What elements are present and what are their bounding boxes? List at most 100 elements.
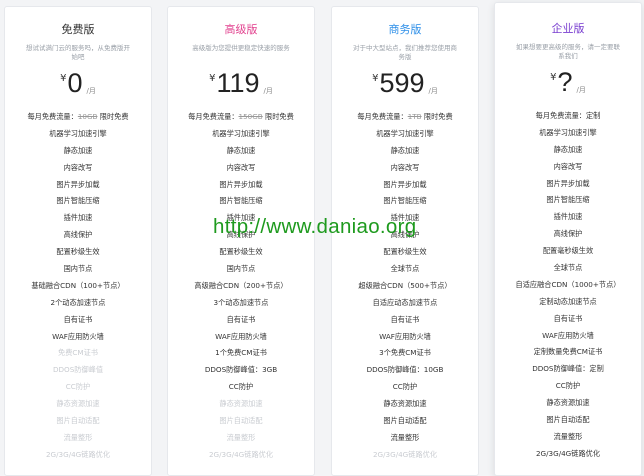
feature-item: 图片智能压缩 — [56, 196, 100, 206]
price-amount: 119 — [216, 68, 260, 98]
feature-item: 静态加速 — [390, 145, 420, 155]
feature-item: WAF应用防火墙 — [52, 331, 104, 341]
feature-item: 自适应动态加速节点 — [372, 297, 438, 307]
price-unit: /月 — [428, 87, 438, 95]
price-unit: /月 — [263, 87, 273, 95]
feature-item: 自适应融合CDN（1000+节点） — [515, 279, 621, 289]
feature-item: 静态加速 — [553, 144, 583, 154]
feature-item: WAF应用防火墙 — [542, 330, 594, 340]
feature-label: 每月免费流量： — [188, 112, 239, 121]
feature-item: 超级融合CDN（500+节点） — [358, 280, 452, 290]
plan-price: ¥599/月 — [332, 67, 478, 109]
feature-item: CC防护 — [228, 382, 254, 392]
feature-list: 每月免费流量：150GB 限时免费 机器学习加速引擎 静态加速 内容改写 图片异步加载图… — [168, 109, 314, 464]
feature-item: CC防护 — [555, 381, 581, 391]
price-amount: 0 — [67, 68, 83, 98]
feature-item: 图片自动适配 — [56, 416, 100, 426]
feature-item: 插件加速 — [390, 213, 420, 223]
feature-item: 自有证书 — [390, 314, 420, 324]
price-unit: /月 — [86, 87, 96, 95]
feature-item: 2G/3G/4G链路优化 — [372, 449, 438, 459]
feature-item: 高线保护 — [390, 230, 420, 240]
plan-price: ¥119/月 — [168, 67, 314, 109]
price-amount: 599 — [379, 68, 425, 98]
struck-quota: 1TB — [407, 112, 422, 121]
plan-name: 商务版 — [388, 23, 422, 36]
feature-item: 配置毫秒级生效 — [542, 246, 594, 256]
feature-item: 图片异步加载 — [219, 179, 263, 189]
currency-symbol: ¥ — [209, 73, 216, 84]
feature-item: DDOS防御峰值：10GB — [366, 365, 444, 375]
feature-item: DDOS防御峰值 — [52, 365, 104, 375]
feature-item: 配置秒级生效 — [219, 247, 263, 257]
feature-item: 内容改写 — [553, 161, 583, 171]
feature-item: 静态资源加速 — [56, 399, 100, 409]
feature-item: 机器学习加速引擎 — [212, 128, 270, 138]
feature-item: 图片智能压缩 — [546, 195, 590, 205]
feature-item: 内容改写 — [63, 162, 93, 172]
plan-description: 如果想要更高级的服务，请一定要联系我们 — [516, 43, 620, 60]
plan-price: ¥0/月 — [5, 67, 151, 109]
feature-item: 基础融合CDN（100+节点） — [31, 280, 125, 290]
currency-symbol: ¥ — [372, 73, 379, 84]
feature-item: CC防护 — [65, 382, 91, 392]
plan-description: 高级版为您提供更稳定快速的服务 — [192, 44, 290, 52]
feature-list: 每月免费流量：10GB 限时免费 机器学习加速引擎 静态加速 内容改写 图片异步加载 图片… — [5, 109, 151, 464]
feature-note: 限时免费 — [97, 112, 129, 121]
feature-item: 图片异步加载 — [383, 179, 427, 189]
feature-item: 图片自动适配 — [383, 416, 427, 426]
feature-item: DDOS防御峰值：定制 — [532, 364, 604, 374]
feature-item: 插件加速 — [553, 212, 583, 222]
feature-item: 每月免费流量：150GB 限时免费 — [168, 109, 314, 126]
feature-item: 1个免费CM证书 — [215, 348, 267, 358]
feature-item: 国内节点 — [226, 264, 256, 274]
feature-item: WAF应用防火墙 — [379, 331, 431, 341]
feature-item: 定制数量免费CM证书 — [533, 347, 603, 357]
feature-item: WAF应用防火墙 — [215, 331, 267, 341]
plan-name: 高级版 — [224, 23, 258, 36]
feature-item: 2G/3G/4G链路优化 — [535, 448, 601, 458]
plan-card-free[interactable]: 免费版 想试试满门云的服务吗，从免费版开始吧 ¥0/月 每月免费流量：10GB … — [4, 6, 152, 476]
feature-note: 限时免费 — [262, 112, 294, 121]
feature-item: 自有证书 — [553, 313, 583, 323]
plan-name: 企业版 — [551, 22, 585, 35]
plan-description: 对于中大型站点，我们推荐您使用商务版 — [353, 44, 457, 61]
feature-list: 每月免费流量：定制 机器学习加速引擎 静态加速 内容改写 图片异步加载 图片智能压缩 插件加… — [495, 108, 641, 463]
feature-item: 插件加速 — [63, 213, 93, 223]
currency-symbol: ¥ — [550, 72, 557, 83]
feature-item: 图片异步加载 — [546, 178, 590, 188]
feature-item: 3个免费CM证书 — [379, 348, 431, 358]
currency-symbol: ¥ — [60, 73, 67, 84]
feature-item: 图片智能压缩 — [219, 196, 263, 206]
feature-item: 2G/3G/4G链路优化 — [45, 449, 111, 459]
feature-item: 静态加速 — [226, 145, 256, 155]
price-amount: ? — [557, 67, 573, 97]
feature-item: 机器学习加速引擎 — [49, 128, 107, 138]
feature-item: 高线保护 — [63, 230, 93, 240]
feature-item: 流量整形 — [390, 432, 420, 442]
feature-item: 配置秒级生效 — [383, 247, 427, 257]
feature-item: 国内节点 — [63, 264, 93, 274]
plan-card-business[interactable]: 商务版 对于中大型站点，我们推荐您使用商务版 ¥599/月 每月免费流量：1TB… — [331, 6, 479, 476]
feature-item: 每月免费流量：10GB 限时免费 — [5, 109, 151, 126]
plan-card-advanced[interactable]: 高级版 高级版为您提供更稳定快速的服务 ¥119/月 每月免费流量：150GB … — [167, 6, 315, 476]
feature-item: 配置秒级生效 — [56, 247, 100, 257]
feature-item: 内容改写 — [390, 162, 420, 172]
feature-item: 2个动态加速节点 — [50, 297, 106, 307]
feature-item: 每月免费流量：定制 — [535, 111, 601, 120]
feature-item: 3个动态加速节点 — [213, 297, 269, 307]
feature-item: 定制动态加速节点 — [539, 296, 597, 306]
plan-description: 想试试满门云的服务吗，从免费版开始吧 — [26, 44, 130, 61]
feature-list: 每月免费流量：1TB 限时免费 机器学习加速引擎 静态加速 内容改写 图片异步加载 图片智… — [332, 109, 478, 464]
feature-item: 流量整形 — [63, 432, 93, 442]
feature-item: 流量整形 — [226, 432, 256, 442]
struck-quota: 10GB — [77, 112, 98, 121]
feature-item: 流量整形 — [553, 431, 583, 441]
feature-item: 静态资源加速 — [219, 399, 263, 409]
plan-card-enterprise[interactable]: 企业版 如果想要更高级的服务，请一定要联系我们 ¥?/月 每月免费流量：定制 机器… — [494, 2, 642, 476]
feature-label: 每月免费流量： — [357, 112, 408, 121]
feature-item: 每月免费流量：1TB 限时免费 — [332, 109, 478, 126]
feature-item: 图片自动适配 — [546, 415, 590, 425]
price-unit: /月 — [576, 86, 586, 94]
feature-item: 全球节点 — [553, 263, 583, 273]
